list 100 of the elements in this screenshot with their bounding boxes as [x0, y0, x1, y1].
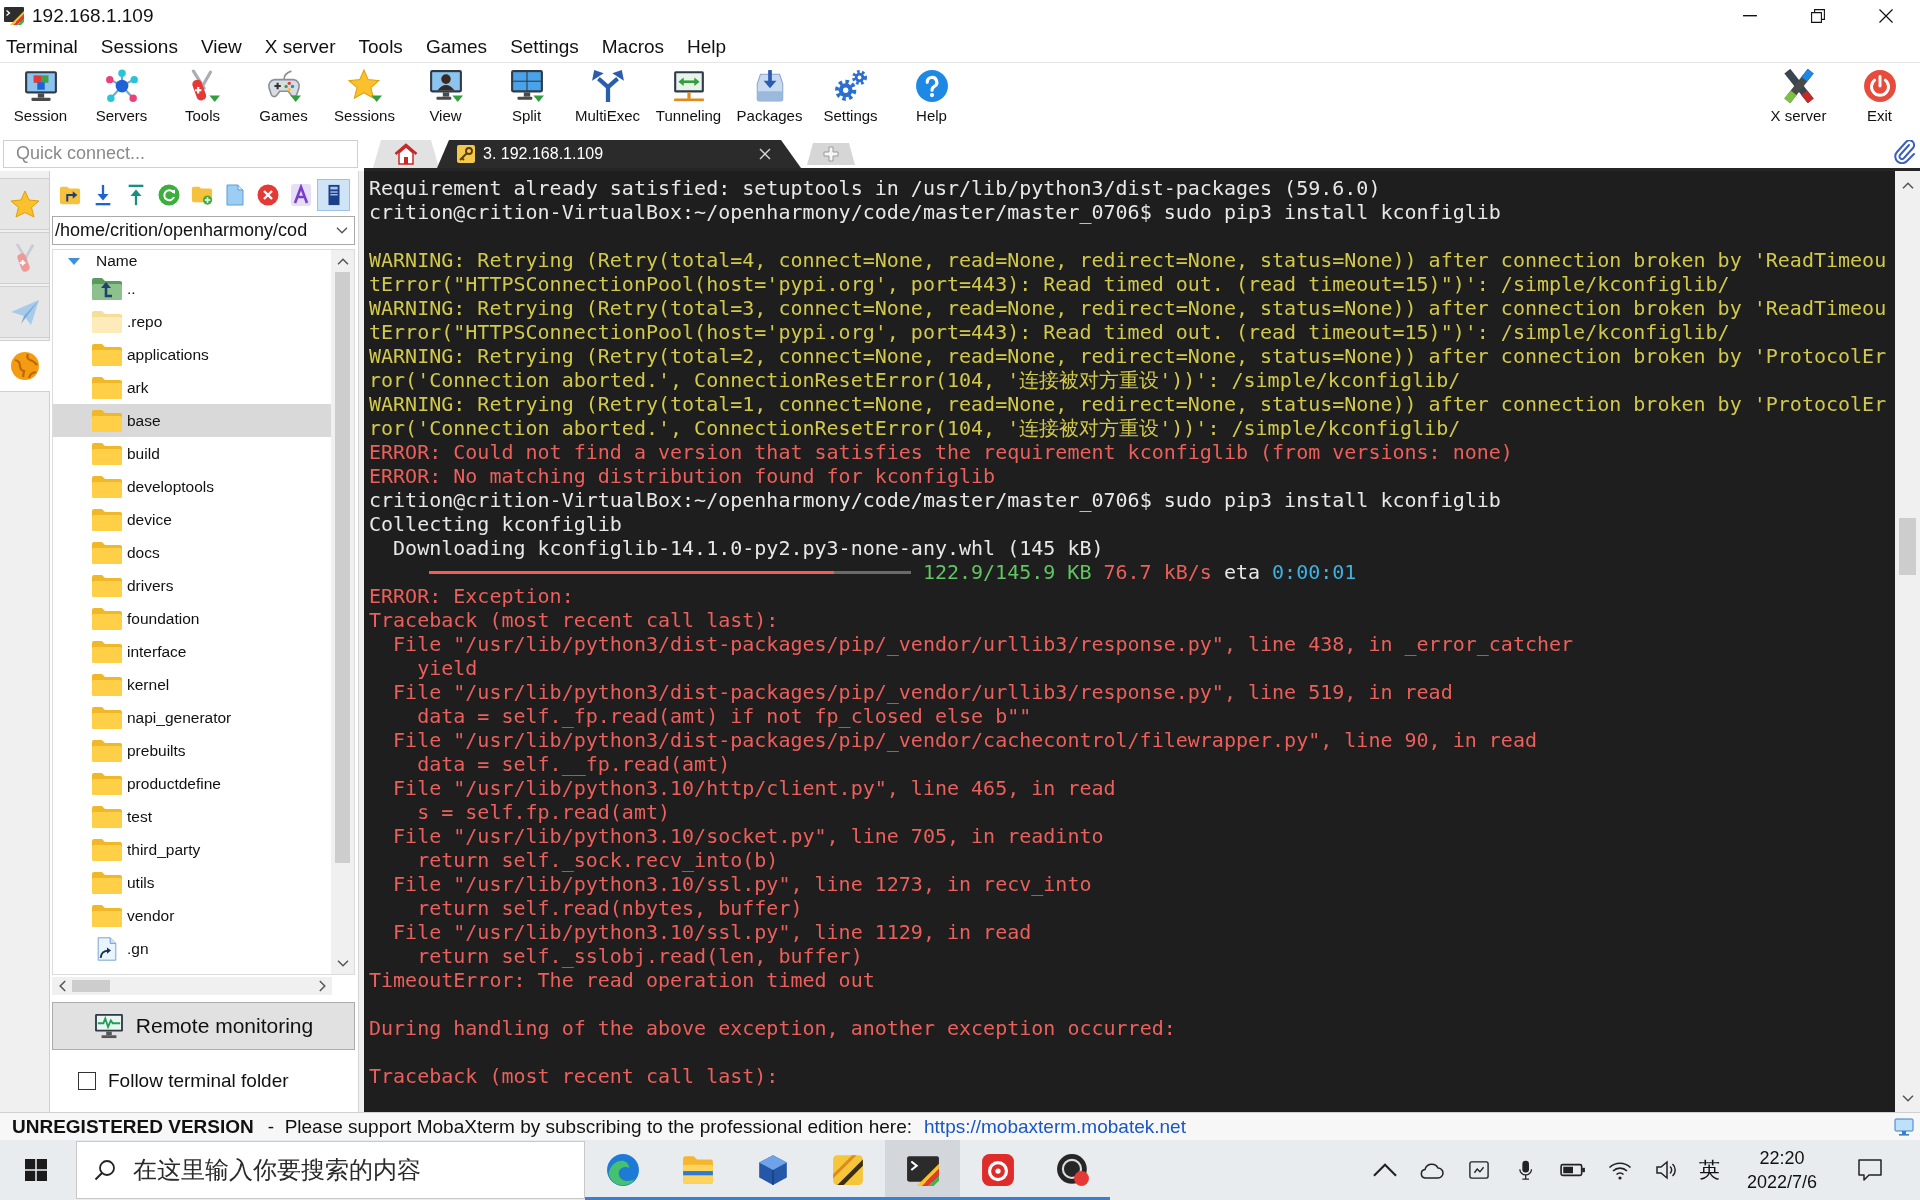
file-row[interactable]: build [53, 437, 331, 470]
clock-time[interactable]: 22:20 [1759, 1146, 1805, 1170]
file-row[interactable]: base [53, 404, 331, 437]
scroll-down-icon[interactable] [336, 959, 349, 967]
toolbar-button[interactable]: MultiExec [567, 63, 648, 136]
file-row[interactable]: docs [53, 536, 331, 569]
folder-icon [91, 771, 123, 796]
cloud-icon[interactable] [1418, 1160, 1445, 1180]
file-row[interactable]: developtools [53, 470, 331, 503]
paperclip-icon[interactable] [1894, 140, 1916, 164]
checkbox[interactable] [78, 1072, 96, 1090]
clock-date[interactable]: 2022/7/6 [1746, 1170, 1818, 1194]
file-row[interactable]: prebuilts [53, 734, 331, 767]
session-tab[interactable]: 3. 192.168.1.109 [437, 140, 801, 168]
file-row[interactable]: .. [53, 272, 331, 305]
quick-connect-field[interactable]: Quick connect... [3, 139, 358, 168]
menu-item[interactable]: View [200, 36, 242, 58]
toolbar-button[interactable]: Packages [729, 63, 810, 136]
folder-icon [91, 837, 123, 862]
power-icon [1862, 69, 1897, 103]
key-icon [457, 145, 475, 163]
input-method-indicator[interactable]: 英 [1690, 1156, 1728, 1184]
speaker-icon[interactable] [1655, 1160, 1678, 1180]
terminal-line: File "/usr/lib/python3.10/socket.py", line 705, in readinto [393, 824, 1104, 848]
remote-monitoring-button[interactable]: Remote monitoring [52, 1002, 355, 1050]
toolbar-button[interactable]: Games [243, 63, 324, 136]
terminal-line: File "/usr/lib/python3.10/http/client.py", line 465, in read [393, 776, 1116, 800]
file-row[interactable]: vendor [53, 899, 331, 932]
file-row[interactable]: foundation [53, 602, 331, 635]
scroll-right-icon[interactable] [318, 980, 326, 992]
monitor-user-icon [428, 69, 463, 103]
column-header[interactable]: Name [68, 252, 138, 270]
folder-icon [91, 804, 123, 829]
scroll-up-icon[interactable] [336, 257, 349, 265]
terminal-line: ror('Connection aborted.', ConnectionResetError(104, '连接被对方重设'))': /simple/kconfiglib/ [369, 368, 1461, 392]
toolbar-button[interactable]: Settings [810, 63, 891, 136]
scroll-up-icon[interactable] [1901, 181, 1914, 189]
terminal-panel[interactable] [364, 171, 1895, 1112]
file-row[interactable]: napi_generator [53, 701, 331, 734]
refresh-icon [157, 184, 180, 206]
checkbox-label[interactable]: Follow terminal folder [108, 1070, 289, 1092]
menu-item[interactable]: Terminal [6, 36, 78, 58]
file-row[interactable]: kernel [53, 668, 331, 701]
taskbar-app-button[interactable] [885, 1140, 960, 1200]
file-row[interactable]: device [53, 503, 331, 536]
menu-item[interactable]: Help [687, 36, 727, 58]
search-field[interactable]: 在这里输入你要搜索的内容 [76, 1141, 585, 1199]
scroll-down-icon[interactable] [1901, 1094, 1914, 1102]
file-row[interactable]: ark [53, 371, 331, 404]
folder-icon [91, 408, 123, 433]
close-tab-icon[interactable] [759, 148, 771, 160]
microphone-icon[interactable] [1518, 1160, 1533, 1180]
file-row[interactable]: third_party [53, 833, 331, 866]
star-icon [347, 69, 382, 103]
restore-icon [1811, 9, 1825, 23]
website-link[interactable]: https://mobaxterm.mobatek.net [924, 1115, 1186, 1138]
file-row[interactable]: drivers [53, 569, 331, 602]
file-row[interactable]: applications [53, 338, 331, 371]
scrollbar[interactable] [1895, 171, 1920, 1112]
screen-tool-icon[interactable] [1468, 1160, 1489, 1180]
menu-item[interactable]: Macros [601, 36, 665, 58]
menu-item[interactable]: Sessions [100, 36, 178, 58]
toolbar-button[interactable]: X server [1758, 63, 1839, 136]
home-tab[interactable] [373, 140, 439, 168]
unregistered-notice: UNREGISTERED VERSION [12, 1115, 254, 1138]
menu-item[interactable]: Settings [510, 36, 579, 58]
plus-icon [823, 146, 839, 162]
menu-item[interactable]: Tools [358, 36, 403, 58]
scroll-thumb[interactable] [72, 980, 110, 992]
sftp-tool-button[interactable] [317, 179, 350, 211]
toolbar-button[interactable]: Split [486, 63, 567, 136]
path-dropdown[interactable]: /home/crition/openharmony/cod [52, 216, 355, 245]
file-row[interactable]: .gn [53, 932, 331, 965]
file-row[interactable]: .repo [53, 305, 331, 338]
toolbar-button[interactable]: Tools [162, 63, 243, 136]
file-row[interactable]: test [53, 800, 331, 833]
toolbar-button[interactable]: Servers [81, 63, 162, 136]
toolbar-button[interactable]: Tunneling [648, 63, 729, 136]
toolbar-button[interactable]: View [405, 63, 486, 136]
scrollbar[interactable] [331, 250, 354, 974]
scroll-left-icon[interactable] [58, 980, 66, 992]
file-row[interactable]: interface [53, 635, 331, 668]
file-row[interactable]: utils [53, 866, 331, 899]
search-icon [94, 1159, 116, 1181]
toolbar-button[interactable]: Sessions [324, 63, 405, 136]
toolbar-button[interactable]: Session [0, 63, 81, 136]
menu-item[interactable]: X server [264, 36, 336, 58]
toolbar-button[interactable]: Help [891, 63, 972, 136]
menu-item[interactable]: Games [425, 36, 488, 58]
scroll-thumb[interactable] [1899, 518, 1916, 575]
toolbar-button[interactable]: Exit [1839, 63, 1920, 136]
monitor-icon[interactable] [1894, 1117, 1914, 1136]
eta-time: 0:00:01 [1272, 560, 1357, 584]
folder-icon [91, 738, 123, 763]
wifi-icon[interactable] [1607, 1160, 1632, 1180]
scroll-thumb[interactable] [335, 272, 350, 863]
file-row[interactable]: productdefine [53, 767, 331, 800]
side-tab[interactable] [0, 340, 50, 392]
folder-icon [91, 540, 123, 565]
scrollbar[interactable] [52, 977, 332, 995]
